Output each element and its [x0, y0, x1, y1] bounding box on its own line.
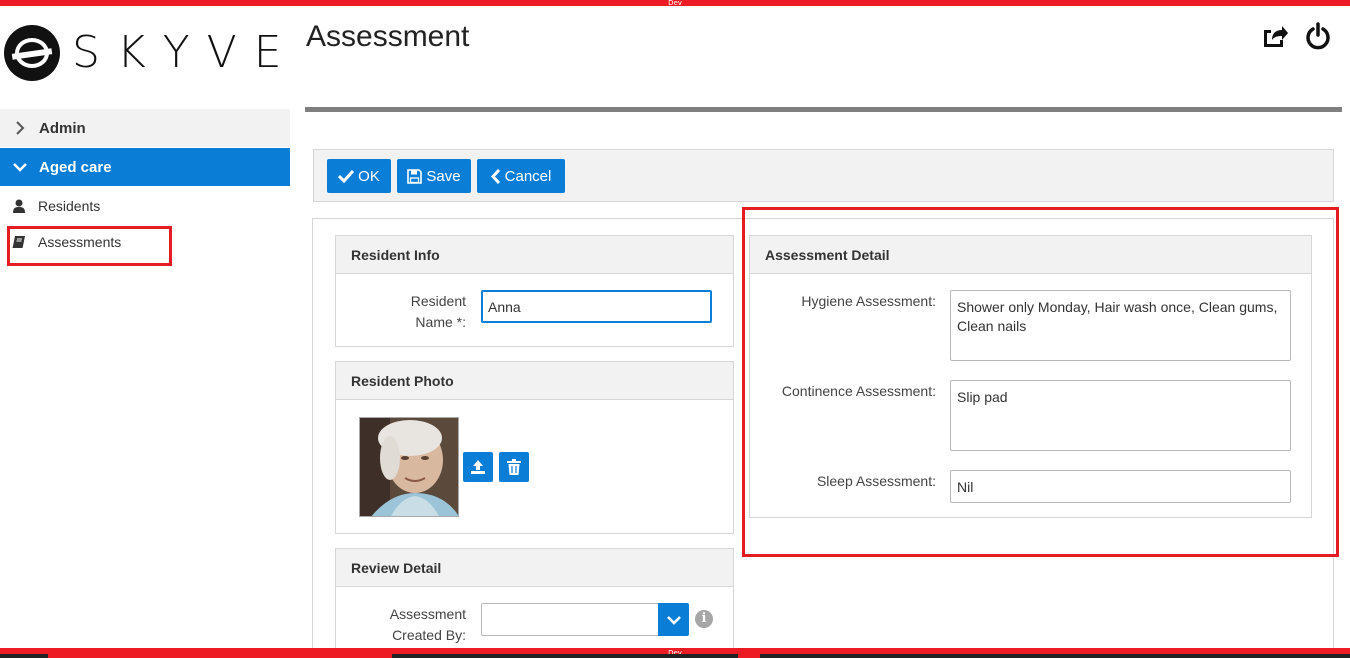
info-icon[interactable]: i — [695, 610, 713, 628]
form-area: Resident Info Resident Name *: Anna Resi… — [312, 218, 1334, 658]
resident-info-panel: Resident Info Resident Name *: Anna — [335, 235, 734, 347]
bottom-strip-segment — [392, 654, 738, 658]
chevron-down-icon — [0, 162, 39, 172]
created-by-dropdown-button[interactable] — [658, 603, 689, 636]
sidebar-item-label: Residents — [38, 198, 101, 214]
hygiene-assessment-textarea[interactable]: Shower only Monday, Hair wash once, Clea… — [950, 290, 1291, 361]
sidebar-item-residents[interactable]: Residents — [0, 189, 290, 223]
chevron-down-icon — [666, 615, 681, 625]
panel-heading: Review Detail — [336, 549, 733, 587]
upload-button[interactable] — [463, 452, 493, 482]
ok-button[interactable]: OK — [327, 159, 391, 193]
assessment-detail-panel: Assessment Detail Hygiene Assessment: Sh… — [749, 235, 1312, 518]
share-icon[interactable] — [1260, 22, 1288, 50]
hygiene-assessment-label: Hygiene Assessment: — [801, 293, 936, 309]
continence-assessment-textarea[interactable]: Slip pad — [950, 380, 1291, 451]
sleep-assessment-input[interactable]: Nil — [950, 470, 1291, 503]
panel-heading: Assessment Detail — [750, 236, 1311, 274]
resident-name-input[interactable]: Anna — [481, 290, 712, 323]
trash-icon — [507, 459, 521, 475]
action-toolbar: OK Save Cancel — [313, 149, 1334, 202]
delete-photo-button[interactable] — [499, 452, 529, 482]
sidebar-group-label: Aged care — [39, 158, 112, 176]
sidebar-group-admin[interactable]: Admin — [0, 109, 290, 147]
dev-banner-label-top: Dev — [668, 0, 682, 7]
ok-button-label: OK — [358, 167, 380, 185]
continence-assessment-label: Continence Assessment: — [781, 383, 936, 399]
bottom-strip-segment — [0, 654, 48, 658]
sleep-assessment-label: Sleep Assessment: — [816, 473, 936, 489]
cancel-button-label: Cancel — [504, 167, 552, 185]
power-icon[interactable] — [1304, 22, 1332, 50]
chevron-left-icon — [490, 168, 500, 184]
resident-photo — [359, 417, 459, 517]
sidebar-group-label: Admin — [39, 119, 86, 137]
cancel-button[interactable]: Cancel — [477, 159, 565, 193]
resident-photo-panel: Resident Photo — [335, 361, 734, 534]
review-detail-panel: Review Detail Assessment Created By: i — [335, 548, 734, 658]
save-button-label: Save — [426, 167, 461, 185]
sidebar-item-label: Assessments — [38, 234, 122, 250]
panel-heading: Resident Photo — [336, 362, 733, 400]
header-divider — [305, 107, 1342, 112]
bottom-strip-segment — [760, 654, 1350, 658]
sidebar-item-assessments[interactable]: Assessments — [0, 225, 290, 259]
resident-name-label: Resident Name *: — [410, 293, 466, 330]
brand-name: SKYVE — [72, 27, 299, 78]
panel-heading: Resident Info — [336, 236, 733, 274]
assessment-created-by-select[interactable] — [481, 603, 659, 636]
floppy-disk-icon — [407, 168, 423, 184]
upload-icon — [471, 460, 485, 474]
check-icon — [338, 169, 355, 183]
chevron-right-icon — [0, 121, 39, 135]
assessment-created-by-label: Assessment Created By: — [389, 606, 466, 643]
user-icon — [0, 199, 38, 213]
page-title: Assessment — [306, 20, 470, 53]
brand-logo[interactable]: SKYVE — [4, 25, 299, 81]
save-button[interactable]: Save — [397, 159, 471, 193]
logo-mark-icon — [4, 25, 60, 81]
sidebar-group-aged-care[interactable]: Aged care — [0, 148, 290, 186]
book-icon — [0, 235, 38, 249]
